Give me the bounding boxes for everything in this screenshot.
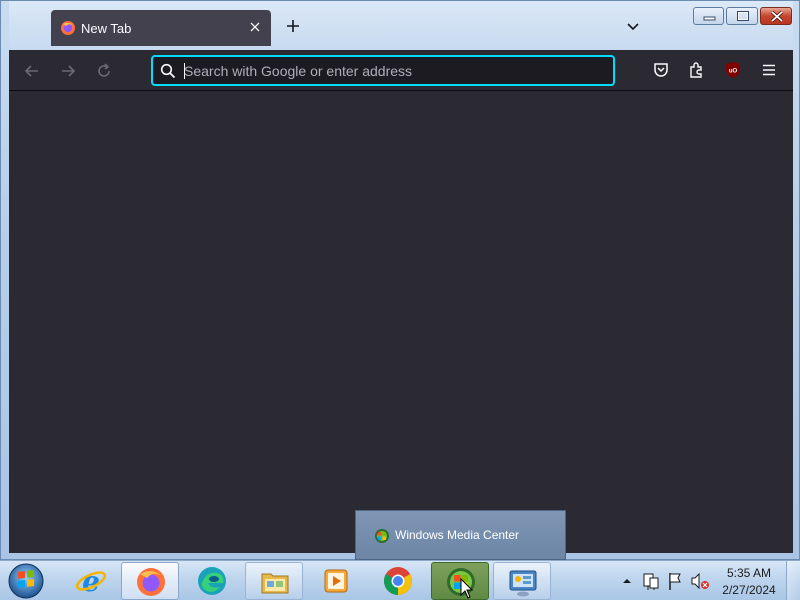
taskbar-firefox[interactable]: [121, 562, 179, 600]
extensions-puzzle-icon[interactable]: [688, 61, 706, 79]
browser-window: New Tab Search with Google or enter addr…: [0, 0, 800, 560]
chevron-down-icon[interactable]: [625, 19, 641, 35]
new-tab-plus-icon[interactable]: [285, 18, 301, 34]
control-panel-icon: [509, 570, 537, 597]
taskbar-control-panel[interactable]: [493, 562, 551, 600]
folder-icon: [261, 573, 289, 594]
page-content: [9, 91, 793, 553]
taskbar: e 5:35 AM 2/27/2024: [0, 560, 800, 600]
forward-arrow-icon[interactable]: [59, 62, 77, 80]
search-icon: [160, 63, 176, 79]
close-window-button[interactable]: [760, 7, 792, 25]
minimize-icon: [703, 16, 716, 21]
show-hidden-icons-chevron-icon[interactable]: [620, 561, 634, 600]
taskbar-chrome[interactable]: [369, 562, 427, 600]
internet-explorer-icon: e: [75, 565, 107, 597]
tab-title: New Tab: [81, 21, 132, 36]
show-desktop-button[interactable]: [786, 561, 800, 600]
restore-icon: [737, 11, 749, 21]
close-tab-icon[interactable]: [247, 19, 263, 35]
taskbar-media-player[interactable]: [307, 562, 365, 600]
clock-date: 2/27/2024: [722, 583, 776, 597]
reload-icon[interactable]: [95, 62, 113, 80]
windows-media-center-icon: [375, 529, 389, 543]
popup-label: Windows Media Center: [395, 528, 520, 542]
close-icon: [770, 10, 784, 23]
edge-icon: [198, 567, 226, 595]
clock-time: 5:35 AM: [726, 566, 772, 580]
ublock-label: uO: [729, 69, 738, 75]
address-bar[interactable]: [151, 55, 615, 86]
search-input[interactable]: [184, 61, 604, 81]
chrome-icon: [384, 567, 412, 595]
mouse-cursor-icon: [460, 578, 474, 599]
svg-text:e: e: [82, 565, 100, 597]
taskbar-edge[interactable]: [183, 562, 241, 600]
taskbar-thumbnail-popup[interactable]: Windows Media Center: [355, 510, 566, 560]
taskbar-internet-explorer[interactable]: e: [62, 562, 120, 600]
firefox-icon: [137, 568, 165, 596]
system-clock[interactable]: 5:35 AM 2/27/2024: [716, 565, 782, 599]
tab-strip: New Tab: [9, 1, 793, 50]
firefox-icon: [61, 21, 75, 35]
tab-new-tab[interactable]: New Tab: [51, 10, 271, 46]
back-arrow-icon[interactable]: [23, 62, 41, 80]
taskbar-file-explorer[interactable]: [245, 562, 303, 600]
ublock-origin-icon[interactable]: uO: [724, 61, 742, 79]
network-icon[interactable]: [642, 561, 660, 600]
restore-button[interactable]: [726, 7, 758, 25]
volume-muted-icon[interactable]: [690, 561, 710, 600]
start-orb-icon[interactable]: [6, 562, 46, 600]
media-player-icon: [324, 569, 348, 593]
action-center-flag-icon[interactable]: [666, 561, 684, 600]
pocket-icon[interactable]: [652, 61, 670, 79]
hamburger-menu-icon[interactable]: [760, 61, 778, 79]
text-caret: [184, 63, 185, 79]
navigation-toolbar: uO: [9, 50, 793, 91]
minimize-button[interactable]: [693, 7, 724, 25]
